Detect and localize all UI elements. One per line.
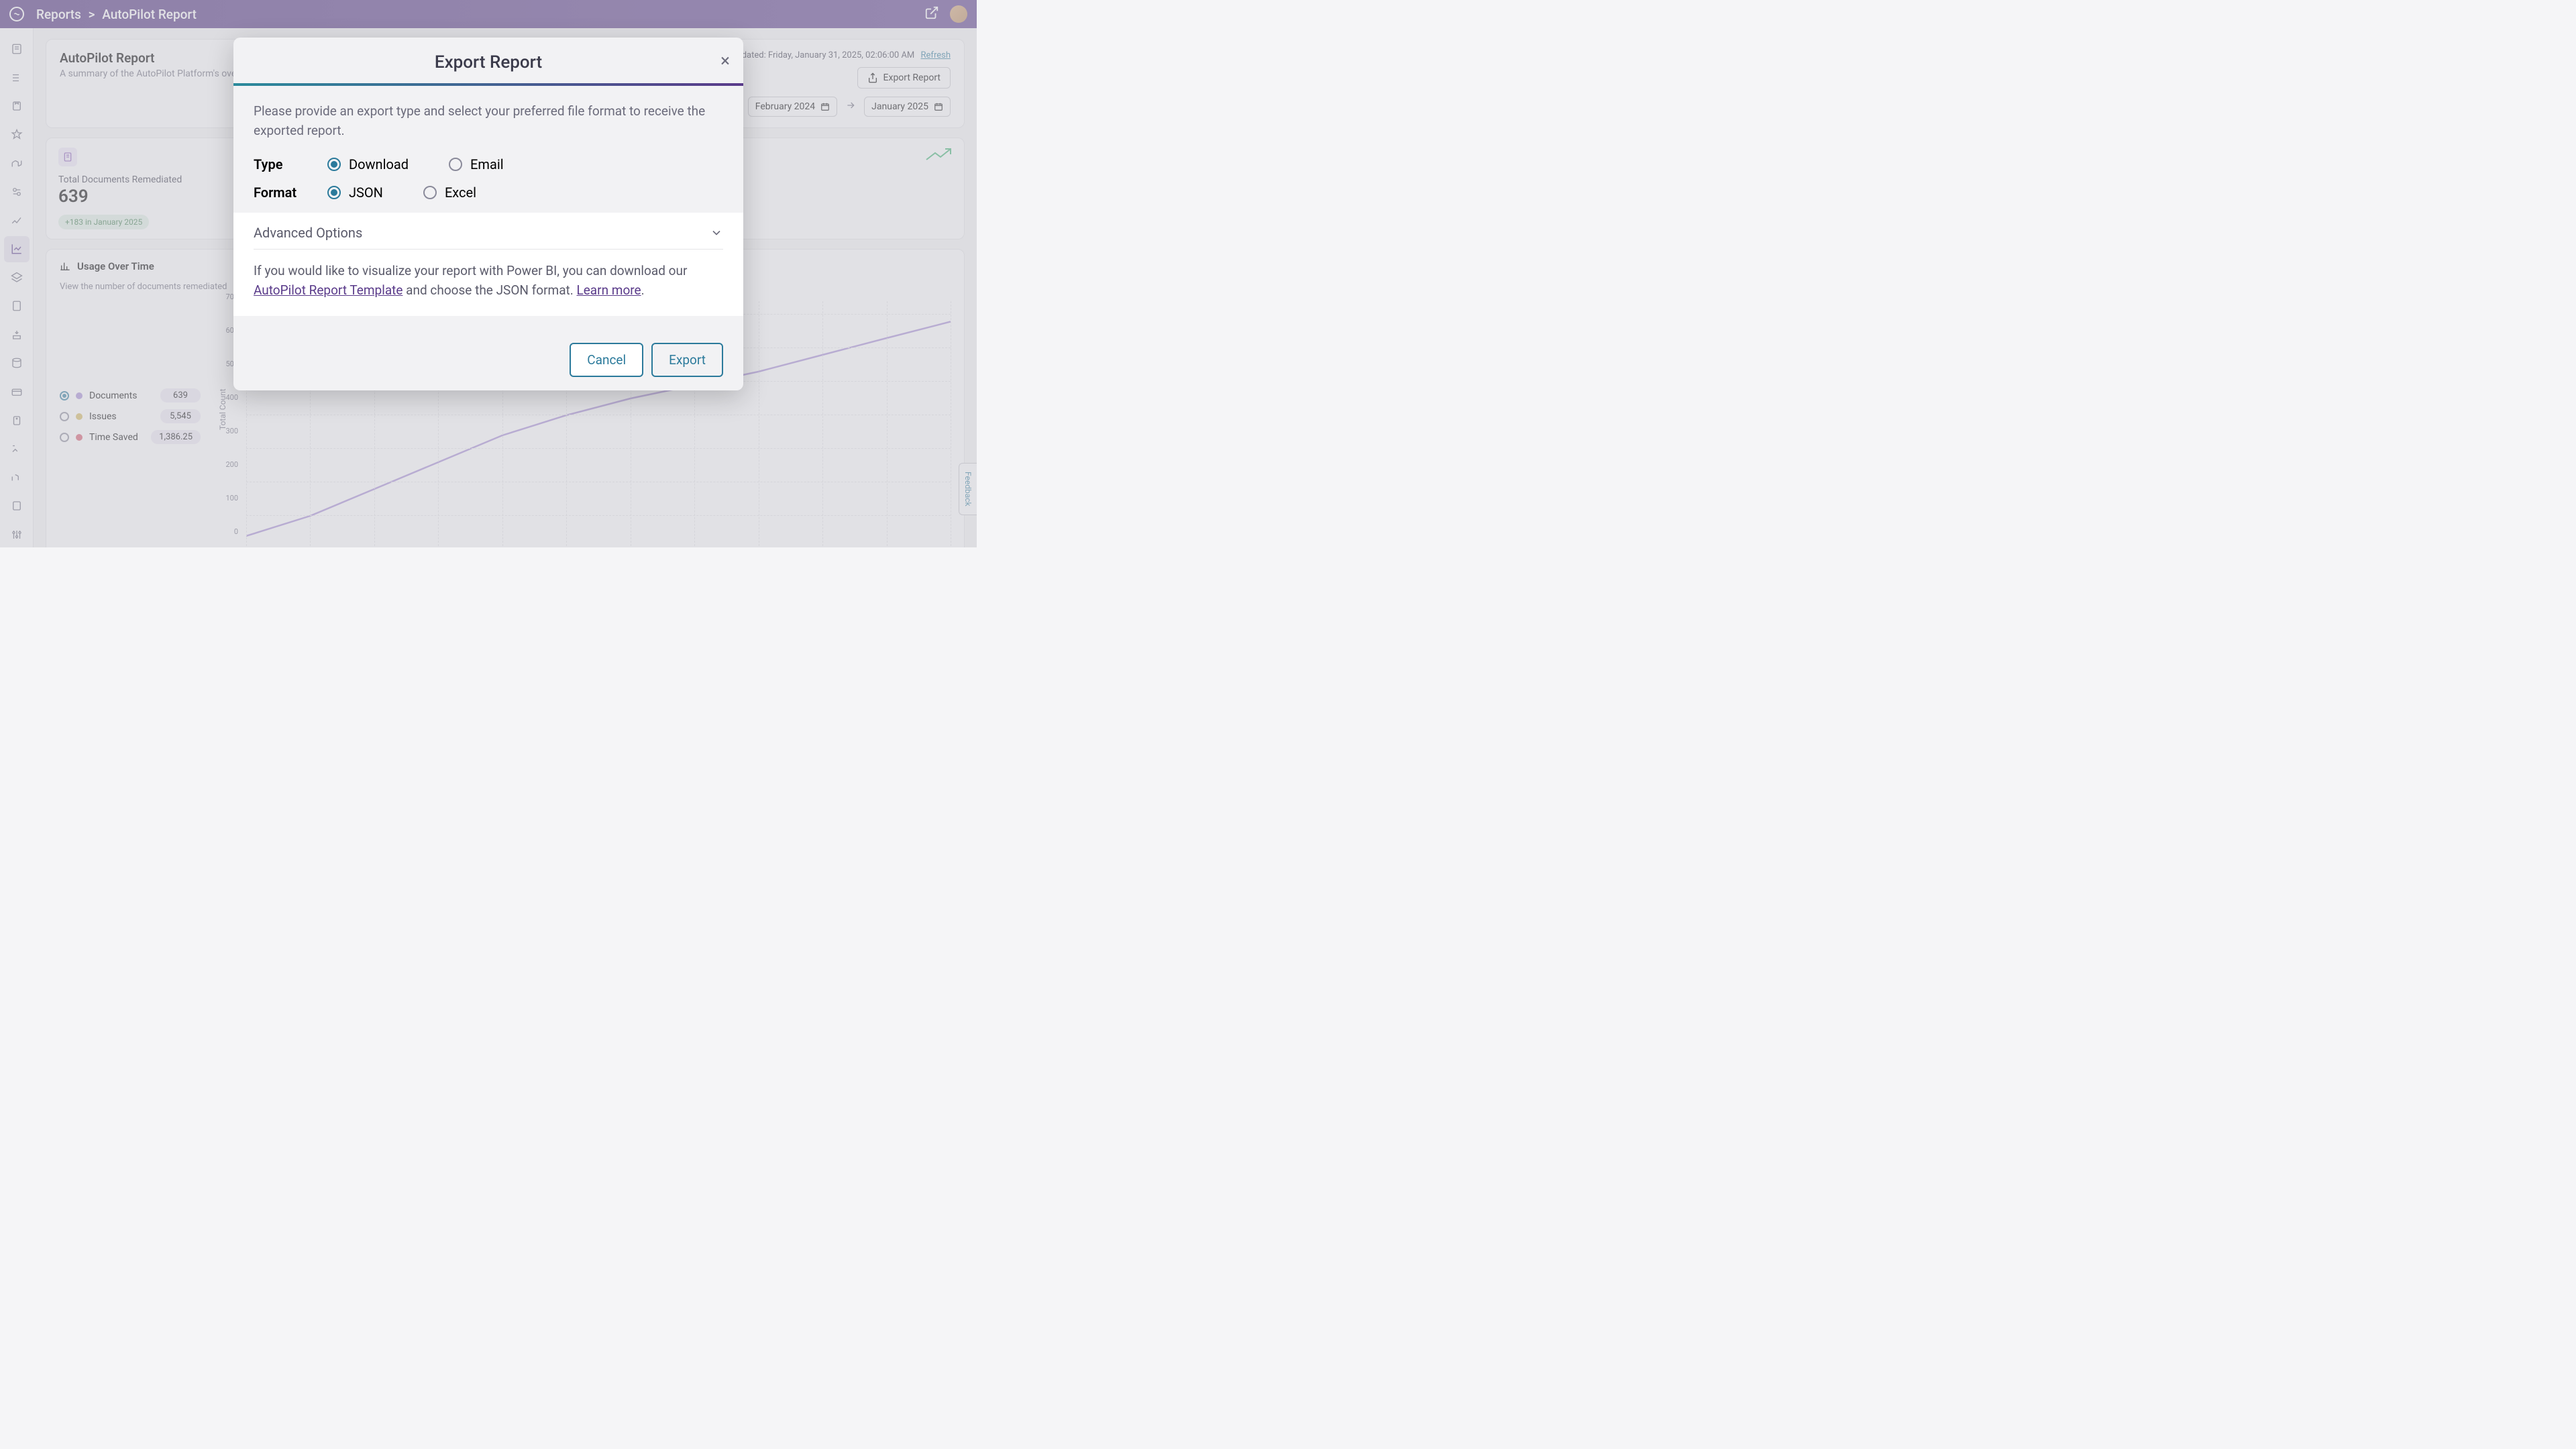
- close-icon: ×: [720, 51, 730, 71]
- modal-title: Export Report: [254, 52, 723, 72]
- advanced-body-text: If you would like to visualize your repo…: [254, 262, 723, 300]
- radio-selected-icon: [327, 158, 341, 171]
- advanced-title: Advanced Options: [254, 225, 362, 241]
- format-label: Format: [254, 184, 327, 201]
- type-option-download[interactable]: Download: [327, 156, 409, 172]
- radio-selected-icon: [327, 186, 341, 199]
- advanced-options-toggle[interactable]: Advanced Options: [254, 225, 723, 250]
- modal-intro-text: Please provide an export type and select…: [254, 102, 723, 140]
- close-button[interactable]: ×: [720, 51, 730, 71]
- type-option-email[interactable]: Email: [449, 156, 504, 172]
- type-label: Type: [254, 156, 327, 172]
- format-option-json[interactable]: JSON: [327, 184, 383, 201]
- format-option-row: Format JSON Excel: [254, 184, 723, 201]
- radio-unselected-icon: [423, 186, 437, 199]
- cancel-button[interactable]: Cancel: [570, 343, 643, 377]
- radio-unselected-icon: [449, 158, 462, 171]
- format-option-excel[interactable]: Excel: [423, 184, 476, 201]
- learn-more-link[interactable]: Learn more: [577, 282, 641, 298]
- modal-overlay: Export Report × Please provide an export…: [0, 0, 977, 547]
- export-modal: Export Report × Please provide an export…: [233, 38, 743, 390]
- export-button[interactable]: Export: [651, 343, 723, 377]
- template-link[interactable]: AutoPilot Report Template: [254, 282, 402, 298]
- chevron-down-icon: [710, 226, 723, 239]
- type-option-row: Type Download Email: [254, 156, 723, 172]
